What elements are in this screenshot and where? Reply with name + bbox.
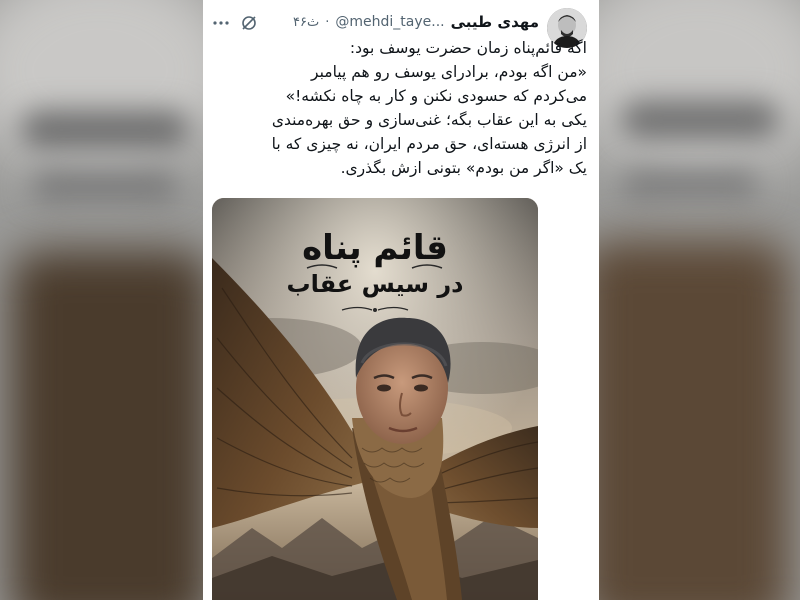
tweet-text: اگه قائم‌پناه زمان حضرت یوسف بود: «من اگ… <box>271 36 587 180</box>
separator-dot: · <box>325 14 330 30</box>
background-blob <box>620 170 760 200</box>
tweet-card[interactable]: ۴۶ث · @mehdi_taye... مهدی طیبی اگه قائم‌… <box>203 0 599 600</box>
tweet-text-line: «من اگه بودم، برادرای یوسف رو هم پیامبر <box>311 63 587 81</box>
tweet-image[interactable]: قائم پناه در سیس عقاب <box>212 198 538 600</box>
tweet-text-line: می‌کردم که حسودی نکنن و کار به چاه نکشه!… <box>285 87 587 105</box>
author-line: ۴۶ث · @mehdi_taye... مهدی طیبی <box>293 11 539 33</box>
grok-icon[interactable] <box>240 14 258 32</box>
tweet-text-line: از انرژی هسته‌ای، حق مردم ایران، نه چیزی… <box>271 135 587 153</box>
tweet-time[interactable]: ۴۶ث <box>293 15 319 30</box>
poster-title: قائم پناه <box>302 228 448 268</box>
background-blob <box>580 240 790 600</box>
tweet-text-line: اگه قائم‌پناه زمان حضرت یوسف بود: <box>349 39 587 57</box>
background-blob <box>30 170 180 204</box>
poster-subtitle: در سیس عقاب <box>286 270 464 298</box>
author-name[interactable]: مهدی طیبی <box>451 13 539 31</box>
tweet-text-line: یک «اگر من بودم» بتونی ازش بگذری. <box>340 159 587 177</box>
background-blob <box>10 250 210 600</box>
background-blob <box>20 110 190 150</box>
background-blob <box>620 100 780 140</box>
tweet-text-line: یکی به این عقاب بگه؛ غنی‌سازی و حق بهره‌… <box>271 111 587 129</box>
author-handle[interactable]: @mehdi_taye... <box>335 14 444 30</box>
more-icon[interactable] <box>212 15 230 31</box>
